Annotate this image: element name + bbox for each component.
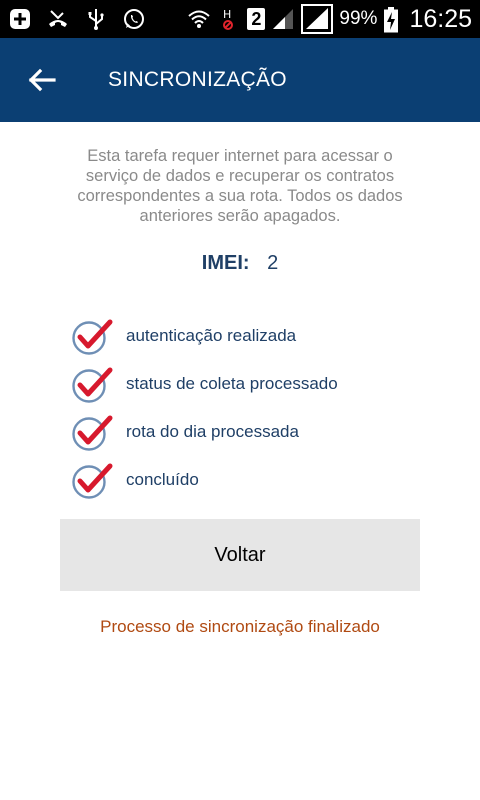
check-circle-icon <box>70 364 114 404</box>
step-label: concluído <box>126 470 199 489</box>
wifi-icon <box>187 7 211 31</box>
check-circle-icon <box>70 316 114 356</box>
arrow-left-icon <box>28 68 56 92</box>
whatsapp-icon <box>122 7 146 31</box>
page-title: SINCRONIZAÇÃO <box>108 68 287 91</box>
step-item: autenticação realizada <box>70 312 430 360</box>
step-label: status de coleta processado <box>126 374 338 393</box>
sync-steps-list: autenticação realizada status de coleta … <box>70 312 430 504</box>
signal-bars-icon <box>271 7 295 31</box>
imei-label: IMEI: <box>201 252 250 274</box>
sync-description: Esta tarefa requer internet para acessar… <box>77 147 403 225</box>
add-square-icon <box>8 7 32 31</box>
sync-final-status: Processo de sincronização finalizado <box>100 617 380 636</box>
signal-bars-boxed-icon <box>301 4 334 34</box>
app-bar: SINCRONIZAÇÃO <box>0 38 480 122</box>
status-bar: H 2 99% 16:25 <box>0 0 480 38</box>
status-bar-notifications <box>8 0 146 38</box>
usb-icon <box>84 7 108 31</box>
sim-badge: 2 <box>247 8 266 30</box>
imei-row: IMEI: 2 <box>0 252 480 275</box>
step-item: rota do dia processada <box>70 408 430 456</box>
svg-text:H: H <box>223 8 231 21</box>
voltar-button[interactable]: Voltar <box>60 519 420 591</box>
battery-percent: 99% <box>339 8 378 29</box>
check-circle-icon <box>70 412 114 452</box>
step-label: autenticação realizada <box>126 326 297 345</box>
step-label: rota do dia processada <box>126 422 299 441</box>
imei-value: 2 <box>267 252 279 274</box>
check-circle-icon <box>70 460 114 500</box>
battery-charging-icon <box>383 7 399 33</box>
status-bar-system: H 2 99% 16:25 <box>187 0 472 38</box>
missed-call-icon <box>46 7 70 31</box>
step-item: concluído <box>70 456 430 504</box>
step-item: status de coleta processado <box>70 360 430 408</box>
clock: 16:25 <box>409 4 472 33</box>
h-signal-icon: H <box>217 7 241 31</box>
back-button[interactable] <box>22 64 62 96</box>
